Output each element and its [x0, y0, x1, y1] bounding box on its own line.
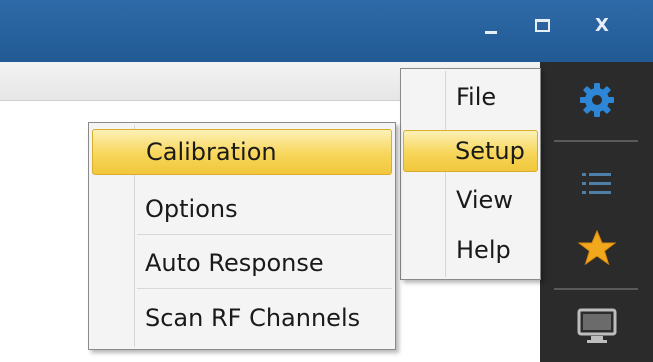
main-menu: File Setup View Help — [400, 68, 541, 280]
list-icon — [581, 173, 611, 194]
submenu-item-calibration[interactable]: Calibration — [92, 129, 392, 175]
favorites-button[interactable] — [540, 218, 653, 278]
setup-submenu: Calibration Options Auto Response Scan R… — [88, 122, 396, 350]
star-icon — [577, 230, 616, 266]
settings-button[interactable] — [540, 70, 653, 130]
maximize-button[interactable] — [519, 0, 565, 50]
maximize-icon — [534, 18, 550, 32]
menu-item-label: Options — [145, 194, 238, 223]
sidebar-separator — [554, 140, 638, 142]
menu-item-help[interactable]: Help — [403, 227, 538, 273]
menu-item-label: Setup — [455, 137, 525, 165]
menu-item-label: Auto Response — [145, 248, 324, 277]
title-bar: X — [0, 0, 653, 62]
menu-item-label: Calibration — [146, 138, 277, 166]
list-button[interactable] — [540, 154, 653, 214]
menu-item-setup[interactable]: Setup — [403, 130, 538, 172]
close-icon: X — [595, 14, 609, 36]
minimize-icon — [485, 30, 497, 34]
menu-item-view[interactable]: View — [403, 177, 538, 223]
menu-item-label: File — [456, 83, 497, 111]
close-button[interactable]: X — [579, 0, 625, 50]
menu-item-file[interactable]: File — [403, 75, 538, 119]
sidebar-separator — [554, 288, 638, 290]
menu-item-label: Help — [456, 236, 511, 264]
menu-item-label: Scan RF Channels — [145, 304, 361, 332]
display-button[interactable] — [540, 296, 653, 356]
gear-icon — [579, 83, 614, 117]
minimize-button[interactable] — [468, 0, 514, 50]
monitor-icon — [577, 308, 616, 343]
right-sidebar — [540, 62, 653, 362]
submenu-item-scan-rf-channels[interactable]: Scan RF Channels — [137, 291, 392, 345]
submenu-item-auto-response[interactable]: Auto Response — [137, 237, 392, 289]
menu-item-label: View — [456, 186, 513, 214]
submenu-item-options[interactable]: Options — [137, 183, 392, 235]
